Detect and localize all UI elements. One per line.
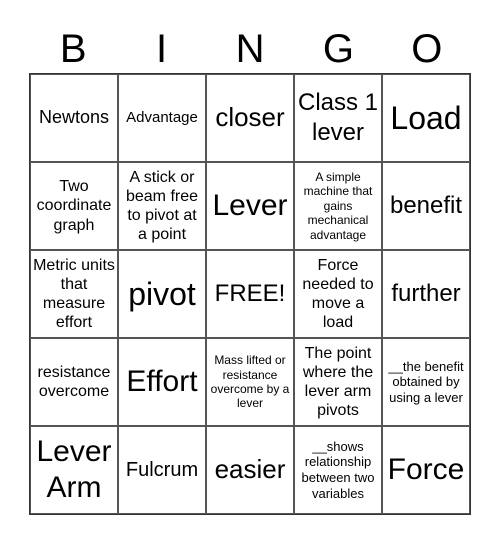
bingo-header: B I N G O: [29, 26, 471, 72]
bingo-cell[interactable]: Metric units that measure effort: [30, 250, 118, 338]
header-letter-o: O: [411, 27, 443, 71]
bingo-cell[interactable]: Fulcrum: [118, 426, 206, 514]
bingo-cell[interactable]: further: [382, 250, 470, 338]
bingo-cell[interactable]: resistance overcome: [30, 338, 118, 426]
bingo-cell[interactable]: Effort: [118, 338, 206, 426]
bingo-cell[interactable]: The point where the lever arm pivots: [294, 338, 382, 426]
bingo-cell[interactable]: Mass lifted or resistance overcome by a …: [206, 338, 294, 426]
bingo-cell[interactable]: __the benefit obtained by using a lever: [382, 338, 470, 426]
free-cell[interactable]: FREE!: [206, 250, 294, 338]
bingo-cell[interactable]: Force needed to move a load: [294, 250, 382, 338]
bingo-cell[interactable]: Load: [382, 74, 470, 162]
bingo-cell[interactable]: closer: [206, 74, 294, 162]
bingo-cell[interactable]: pivot: [118, 250, 206, 338]
bingo-card: Newtons Advantage closer Class 1 lever L…: [29, 73, 471, 515]
header-letter-n: N: [235, 27, 265, 71]
bingo-cell[interactable]: easier: [206, 426, 294, 514]
bingo-cell[interactable]: Newtons: [30, 74, 118, 162]
bingo-cell[interactable]: Class 1 lever: [294, 74, 382, 162]
header-letter-g: G: [322, 27, 354, 71]
bingo-cell[interactable]: Lever: [206, 162, 294, 250]
header-letter-i: I: [156, 27, 168, 71]
bingo-cell[interactable]: Two coordinate graph: [30, 162, 118, 250]
bingo-cell[interactable]: Advantage: [118, 74, 206, 162]
bingo-cell[interactable]: __shows relationship between two variabl…: [294, 426, 382, 514]
bingo-cell[interactable]: Force: [382, 426, 470, 514]
bingo-cell[interactable]: A stick or beam free to pivot at a point: [118, 162, 206, 250]
header-letter-b: B: [59, 27, 87, 71]
bingo-cell[interactable]: A simple machine that gains mechanical a…: [294, 162, 382, 250]
bingo-cell[interactable]: benefit: [382, 162, 470, 250]
bingo-cell[interactable]: Lever Arm: [30, 426, 118, 514]
